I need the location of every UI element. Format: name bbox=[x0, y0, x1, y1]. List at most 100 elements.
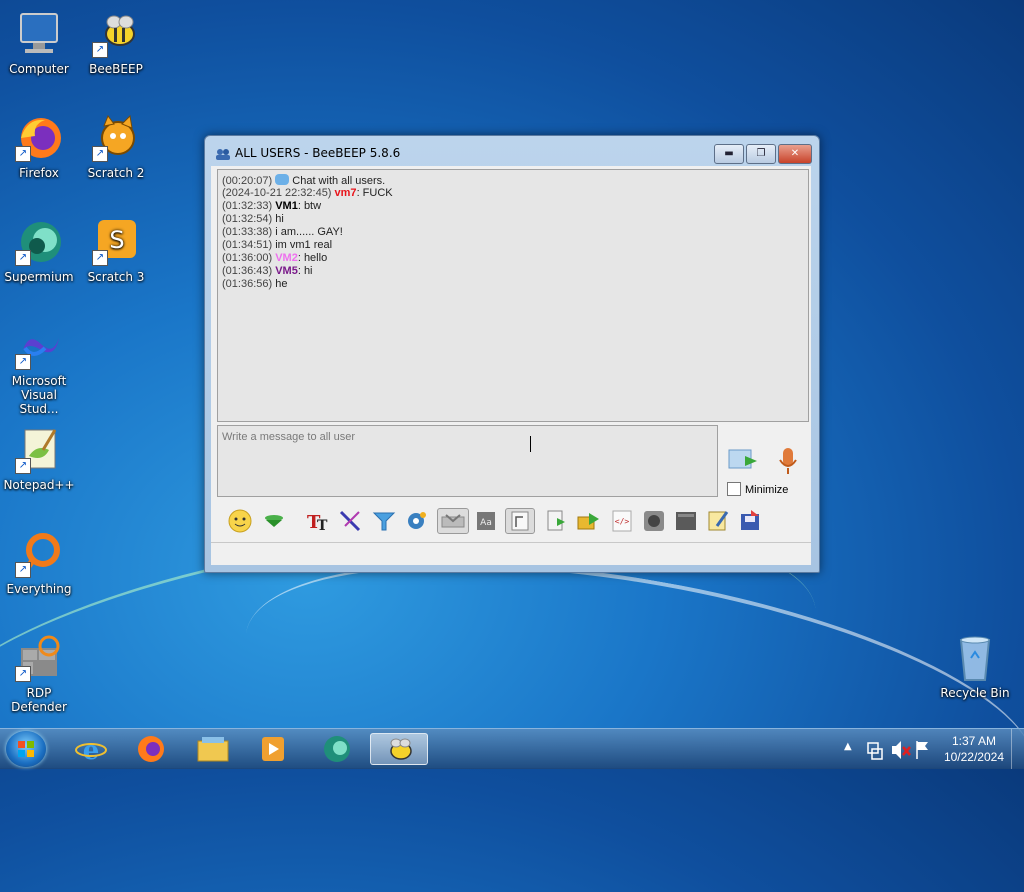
save-icon bbox=[741, 510, 759, 530]
chat-log[interactable]: (00:20:07) Chat with all users. (2024-10-… bbox=[217, 169, 809, 422]
message-sender[interactable]: VM2 bbox=[275, 252, 298, 264]
message-timestamp: (01:34:51) bbox=[222, 239, 276, 251]
record-icon bbox=[644, 511, 664, 531]
svg-text:T: T bbox=[317, 518, 328, 534]
green-chevron-down-icon bbox=[265, 515, 283, 527]
record-button[interactable] bbox=[641, 508, 667, 534]
desktop-icon-visual-studio[interactable]: ↗ Microsoft Visual Stud... bbox=[1, 322, 77, 416]
users-icon bbox=[215, 146, 231, 160]
desktop-icon-label: RDP Defender bbox=[11, 686, 67, 714]
taskbar-file-explorer[interactable] bbox=[186, 733, 240, 765]
shortcut-arrow-icon: ↗ bbox=[15, 250, 31, 266]
shortcut-arrow-icon: ↗ bbox=[15, 354, 31, 370]
maximize-button[interactable]: ❐ bbox=[746, 144, 776, 164]
word-completer-icon bbox=[511, 511, 529, 531]
desktop-icon-supermium[interactable]: ↗ Supermium bbox=[1, 218, 77, 284]
font-color-button[interactable] bbox=[337, 508, 363, 534]
chat-message: (01:32:33) VM1: btw bbox=[222, 200, 321, 213]
expand-button[interactable] bbox=[261, 508, 287, 534]
window-client: (00:20:07) Chat with all users. (2024-10-… bbox=[211, 166, 811, 565]
word-completer-toggle[interactable] bbox=[505, 508, 535, 534]
message-timestamp: (01:36:43) bbox=[222, 265, 276, 277]
note-button[interactable] bbox=[705, 508, 731, 534]
taskbar-firefox[interactable] bbox=[124, 733, 178, 765]
beebeep-window[interactable]: ALL USERS - BeeBEEP 5.8.6 ▬ ❐ ✕ (00:20:0… bbox=[204, 135, 820, 573]
message-input[interactable]: Write a message to all user bbox=[217, 425, 718, 497]
shortcut-arrow-icon: ↗ bbox=[15, 458, 31, 474]
message-sender[interactable]: VM1 bbox=[275, 200, 298, 212]
desktop-icon-notepad-plus-plus[interactable]: ↗ Notepad++ bbox=[1, 426, 77, 492]
message-text: : btw bbox=[297, 200, 322, 212]
message-sender[interactable]: VM5 bbox=[275, 265, 298, 277]
status-bar bbox=[211, 542, 811, 565]
chat-message: (01:36:56) he bbox=[222, 278, 287, 291]
settings-button[interactable] bbox=[403, 508, 429, 534]
chat-message: (01:32:54) hi bbox=[222, 213, 284, 226]
taskbar-supermium[interactable] bbox=[310, 733, 364, 765]
rdp-defender-icon: ↗ bbox=[15, 634, 63, 682]
close-button[interactable]: ✕ bbox=[778, 144, 812, 164]
save-chat-button[interactable] bbox=[737, 508, 763, 534]
note-pencil-icon bbox=[708, 511, 729, 531]
supermium-icon: ↗ bbox=[15, 218, 63, 266]
filter-icon bbox=[372, 512, 396, 531]
show-desktop-button[interactable] bbox=[1011, 729, 1024, 769]
html-button[interactable]: </> bbox=[609, 508, 635, 534]
system-clock[interactable]: 1:37 AM 10/22/2024 bbox=[944, 733, 1004, 765]
spellcheck-icon: Aa bbox=[477, 512, 495, 530]
minimize-checkbox[interactable] bbox=[727, 482, 741, 496]
message-timestamp: (01:36:56) bbox=[222, 278, 276, 290]
desktop-icon-label: Notepad++ bbox=[3, 478, 75, 492]
desktop-icon-beebeep[interactable]: ↗ BeeBEEP bbox=[78, 10, 154, 76]
desktop-icon-label: Recycle Bin bbox=[940, 686, 1010, 700]
color-pen-icon bbox=[339, 510, 361, 532]
supermium-icon bbox=[324, 736, 350, 762]
taskbar: e ▲ 1:37 AM 10/22/2024 bbox=[0, 728, 1024, 769]
send-file-button[interactable] bbox=[543, 508, 569, 534]
message-timestamp: (01:33:38) bbox=[222, 226, 276, 238]
send-button[interactable] bbox=[727, 446, 761, 474]
firefox-icon bbox=[138, 736, 164, 762]
svg-text:Aa: Aa bbox=[480, 518, 492, 528]
voice-message-button[interactable] bbox=[777, 446, 799, 476]
message-sender[interactable]: vm7 bbox=[335, 187, 357, 199]
send-message-icon bbox=[728, 449, 757, 469]
desktop-icon-rdp-defender[interactable]: ↗ RDP Defender bbox=[1, 634, 77, 714]
minimize-button[interactable]: ▬ bbox=[714, 144, 744, 164]
action-center-flag-icon[interactable] bbox=[914, 729, 932, 769]
chat-message: (01:33:38) i am...... GAY! bbox=[222, 226, 343, 239]
screenshot-icon bbox=[676, 512, 696, 530]
screenshot-button[interactable] bbox=[673, 508, 699, 534]
window-title: ALL USERS - BeeBEEP 5.8.6 bbox=[235, 146, 401, 160]
network-icon[interactable] bbox=[866, 729, 884, 769]
desktop-icon-everything[interactable]: ↗ Everything bbox=[1, 530, 77, 596]
font-button[interactable]: TT bbox=[305, 508, 331, 534]
desktop-icon-recycle-bin[interactable]: Recycle Bin bbox=[937, 634, 1013, 700]
window-titlebar[interactable]: ALL USERS - BeeBEEP 5.8.6 ▬ ❐ ✕ bbox=[205, 136, 819, 168]
filter-button[interactable] bbox=[371, 508, 397, 534]
minimize-label: Minimize bbox=[745, 484, 789, 496]
emoticon-button[interactable] bbox=[227, 508, 253, 534]
desktop-icon-scratch-2[interactable]: ↗ Scratch 2 bbox=[78, 114, 154, 180]
desktop-icon-label: Scratch 3 bbox=[87, 270, 145, 284]
chat-toolbar: TT Aa </> bbox=[217, 504, 811, 538]
send-folder-button[interactable] bbox=[575, 508, 601, 534]
bee-icon bbox=[390, 738, 412, 760]
chat-message: (01:36:43) VM5: hi bbox=[222, 265, 313, 278]
chat-message: (00:20:07) Chat with all users. bbox=[222, 174, 385, 188]
desktop-icon-scratch-3[interactable]: S ↗ Scratch 3 bbox=[78, 218, 154, 284]
desktop-icon-computer[interactable]: Computer bbox=[1, 10, 77, 76]
spellcheck-button[interactable]: Aa bbox=[473, 508, 499, 534]
desktop-icon-label: Scratch 2 bbox=[87, 166, 145, 180]
start-button[interactable] bbox=[6, 731, 46, 767]
svg-text:S: S bbox=[109, 226, 124, 254]
message-text: i am...... GAY! bbox=[275, 226, 343, 238]
send-on-enter-toggle[interactable] bbox=[437, 508, 469, 534]
folder-send-icon bbox=[577, 513, 599, 530]
taskbar-internet-explorer[interactable]: e bbox=[64, 733, 118, 766]
volume-muted-icon[interactable] bbox=[890, 729, 912, 769]
taskbar-beebeep[interactable] bbox=[370, 733, 428, 765]
desktop-icon-firefox[interactable]: ↗ Firefox bbox=[1, 114, 77, 180]
code-icon: </> bbox=[612, 510, 632, 532]
taskbar-media-player[interactable] bbox=[246, 733, 300, 765]
